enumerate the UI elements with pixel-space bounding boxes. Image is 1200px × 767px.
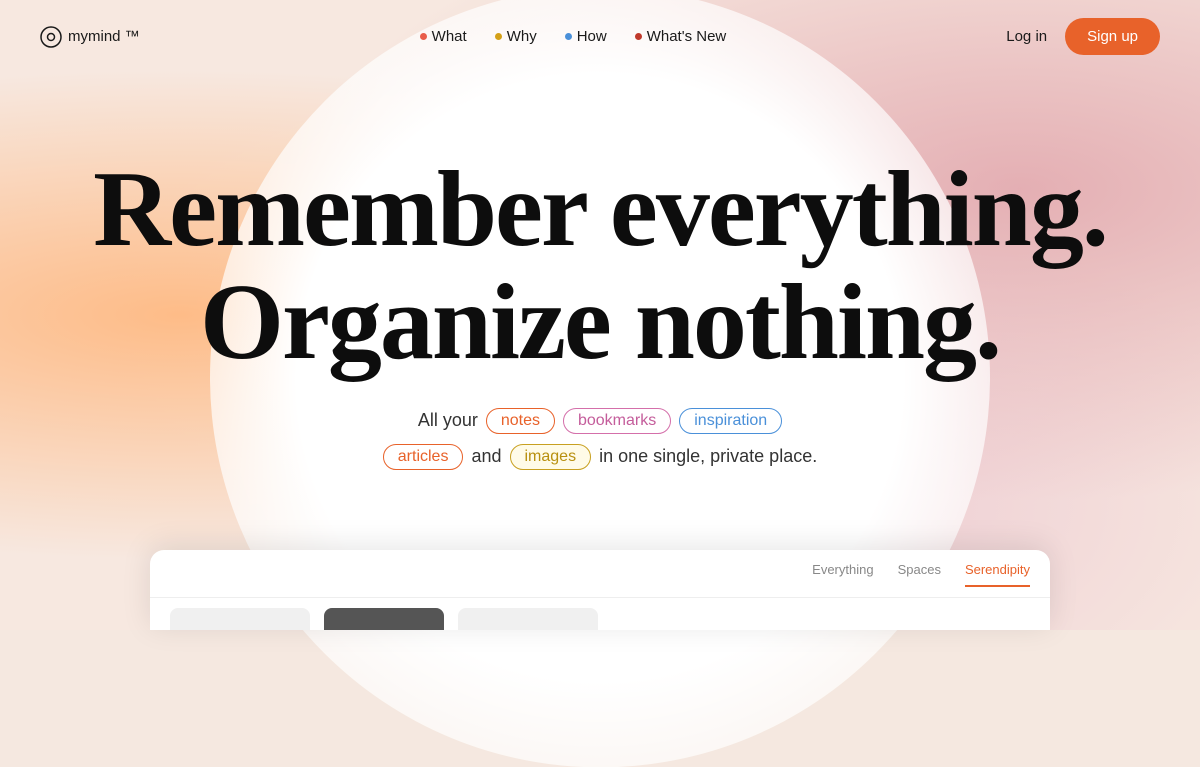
hero-subtitle: All your notes bookmarks inspiration art…	[0, 408, 1200, 470]
tab-everything[interactable]: Everything	[812, 562, 873, 587]
suffix-text: in one single, private place.	[599, 446, 817, 467]
nav-item-why[interactable]: Why	[495, 28, 537, 45]
app-card-3	[458, 608, 598, 630]
app-content	[150, 598, 1050, 630]
conjunction: and	[471, 446, 501, 467]
hero-line1: Remember everything.	[93, 150, 1107, 269]
nav-dot-why	[495, 33, 502, 40]
hero-headline: Remember everything. Organize nothing.	[0, 153, 1200, 380]
app-preview-inner: Everything Spaces Serendipity	[150, 550, 1050, 630]
tag-inspiration: inspiration	[679, 408, 782, 434]
nav-label-how: How	[577, 28, 607, 45]
nav-dot-whatsnew	[635, 33, 642, 40]
main-nav: What Why How What's New	[420, 28, 727, 45]
tab-serendipity[interactable]: Serendipity	[965, 562, 1030, 587]
nav-label-whatsnew: What's New	[647, 28, 727, 45]
nav-label-what: What	[432, 28, 467, 45]
app-card-1	[170, 608, 310, 630]
logo[interactable]: mymind ™	[40, 26, 140, 48]
hero-section: Remember everything. Organize nothing. A…	[0, 73, 1200, 470]
nav-item-whatsnew[interactable]: What's New	[635, 28, 727, 45]
nav-dot-what	[420, 33, 427, 40]
app-tabs: Everything Spaces Serendipity	[150, 550, 1050, 598]
logo-icon	[40, 26, 62, 48]
nav-item-how[interactable]: How	[565, 28, 607, 45]
logo-text: mymind ™	[68, 28, 140, 45]
tag-notes: notes	[486, 408, 555, 434]
nav-dot-how	[565, 33, 572, 40]
nav-label-why: Why	[507, 28, 537, 45]
subtitle-line-2: articles and images in one single, priva…	[383, 444, 817, 470]
signup-button[interactable]: Sign up	[1065, 18, 1160, 55]
app-card-2	[324, 608, 444, 630]
header-actions: Log in Sign up	[1006, 18, 1160, 55]
tag-images: images	[510, 444, 592, 470]
app-preview: Everything Spaces Serendipity	[150, 550, 1050, 630]
login-button[interactable]: Log in	[1006, 28, 1047, 45]
subtitle-prefix: All your	[418, 410, 478, 431]
subtitle-line-1: All your notes bookmarks inspiration	[418, 408, 782, 434]
tag-articles: articles	[383, 444, 464, 470]
hero-line2: Organize nothing.	[200, 263, 1000, 382]
header: mymind ™ What Why How What's New Log in …	[0, 0, 1200, 73]
tab-spaces[interactable]: Spaces	[898, 562, 941, 587]
nav-item-what[interactable]: What	[420, 28, 467, 45]
tag-bookmarks: bookmarks	[563, 408, 671, 434]
